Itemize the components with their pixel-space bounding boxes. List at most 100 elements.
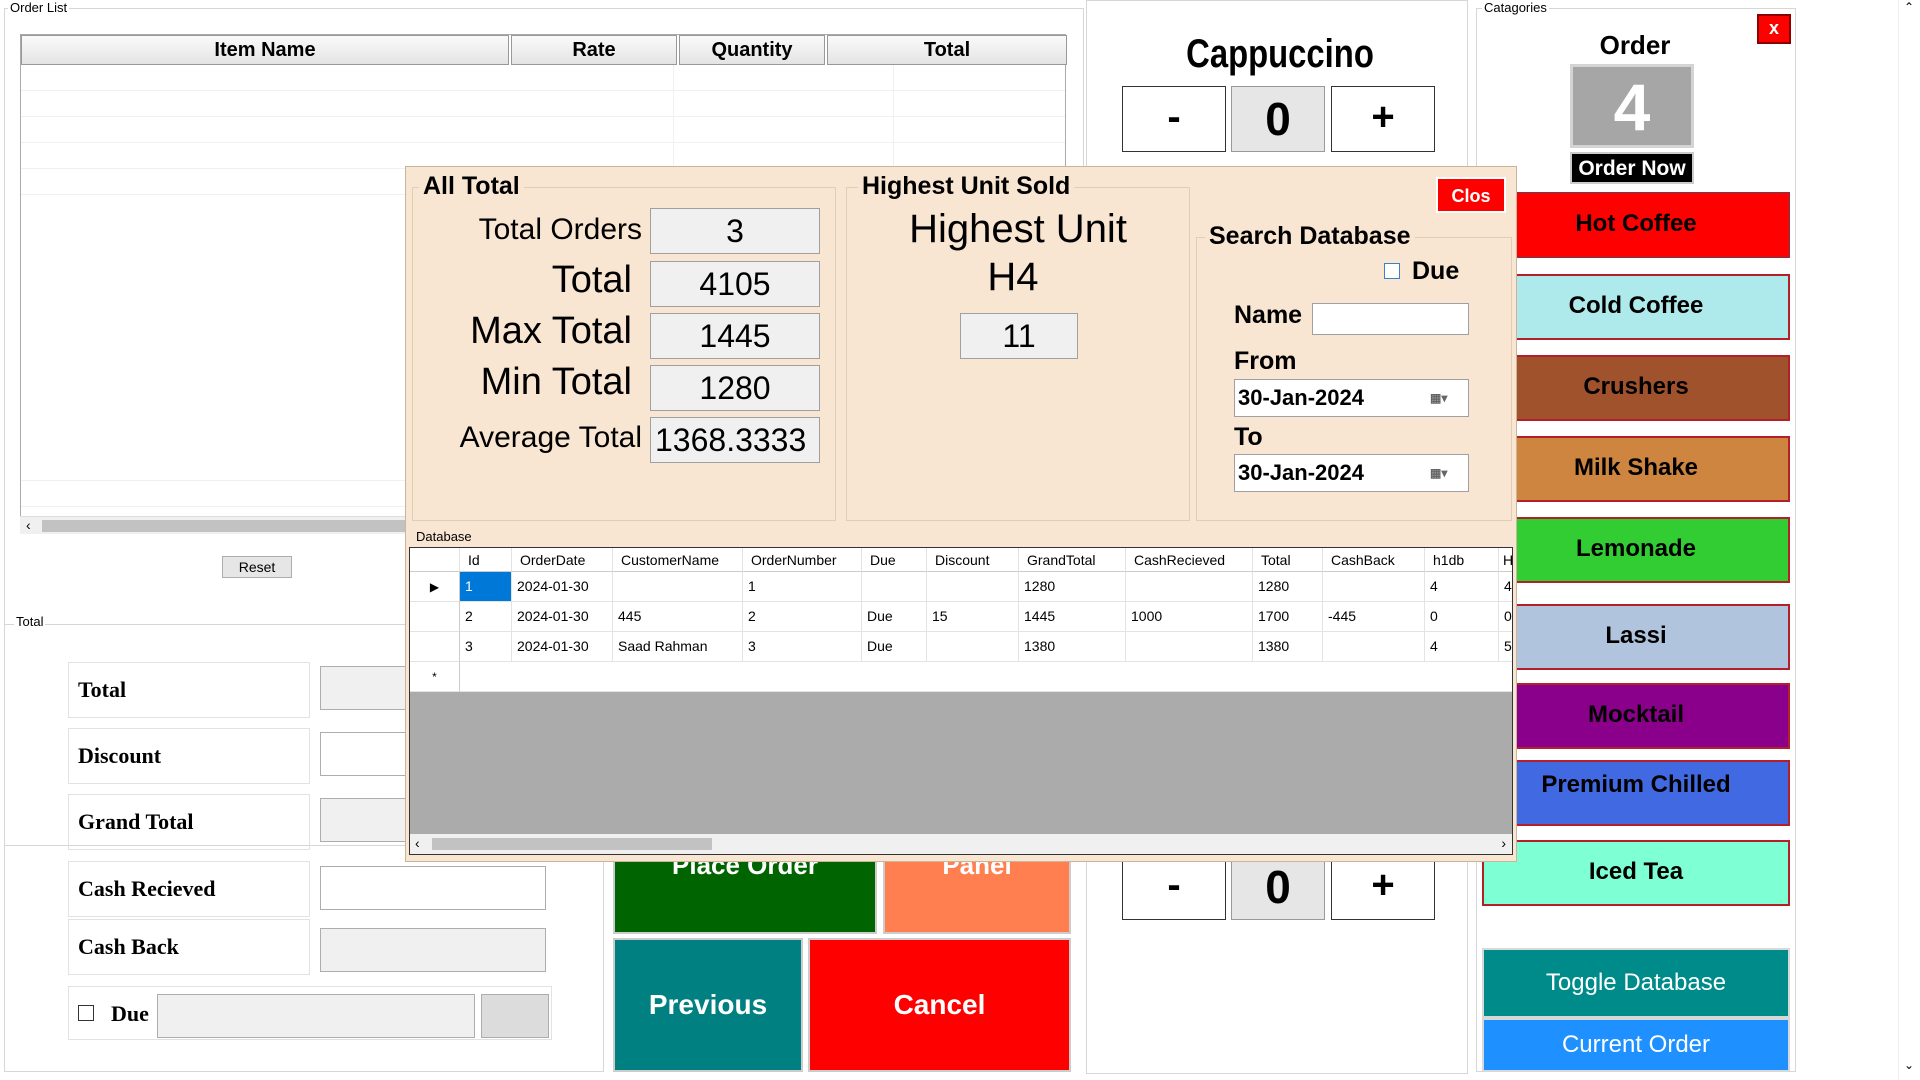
grid-cell[interactable]: [1323, 632, 1425, 662]
grid-cell[interactable]: 1280: [1253, 572, 1323, 602]
cancel-button[interactable]: Cancel: [808, 938, 1071, 1072]
grid-horizontal-scrollbar[interactable]: ‹ ›: [410, 834, 1512, 854]
due-checkbox[interactable]: [78, 1005, 94, 1021]
grid-col-cashback[interactable]: CashBack: [1323, 548, 1425, 572]
grid-cell[interactable]: 4: [1499, 572, 1512, 602]
window-vertical-scrollbar[interactable]: ⌃ ⌄: [1898, 0, 1920, 1080]
grid-cell[interactable]: 1: [460, 572, 512, 602]
scroll-up-icon[interactable]: ⌃: [1904, 0, 1914, 14]
decrease-quantity-button[interactable]: -: [1122, 86, 1226, 152]
order-list-scrollbar[interactable]: ‹: [20, 516, 412, 534]
grid-col-h[interactable]: H: [1499, 548, 1512, 572]
due-extra-button[interactable]: [481, 994, 549, 1038]
grid-cell[interactable]: 1280: [1019, 572, 1126, 602]
grid-cell[interactable]: 5: [1499, 632, 1512, 662]
grid-new-row-header[interactable]: *: [410, 662, 460, 692]
search-due-checkbox[interactable]: [1384, 263, 1400, 279]
category-mocktail[interactable]: Mocktail: [1482, 683, 1790, 749]
grid-cell[interactable]: 3: [460, 632, 512, 662]
scroll-thumb[interactable]: [432, 838, 712, 850]
place-order-button[interactable]: Place Order: [613, 858, 877, 934]
grid-new-row[interactable]: [460, 662, 1512, 692]
col-header-item-name[interactable]: Item Name: [21, 35, 509, 65]
grid-cell[interactable]: 2: [460, 602, 512, 632]
grid-cell[interactable]: 2024-01-30: [512, 602, 613, 632]
col-header-rate[interactable]: Rate: [511, 35, 677, 65]
grid-cell[interactable]: 445: [613, 602, 743, 632]
cash-back-field[interactable]: [320, 928, 546, 972]
to-date-picker[interactable]: 30-Jan-2024 ▦▾: [1234, 454, 1469, 492]
category-premium-chilled[interactable]: Premium Chilled: [1482, 760, 1790, 826]
grid-cell[interactable]: 2024-01-30: [512, 572, 613, 602]
category-hot-coffee[interactable]: Hot Coffee: [1482, 192, 1790, 258]
current-order-button[interactable]: Current Order: [1482, 1018, 1790, 1072]
increase-quantity-button[interactable]: +: [1331, 86, 1435, 152]
grid-cell[interactable]: 3: [743, 632, 862, 662]
scroll-left-icon[interactable]: ‹: [415, 835, 420, 851]
grid-cell[interactable]: [1323, 572, 1425, 602]
decrease-quantity-button-2[interactable]: -: [1122, 854, 1226, 920]
grid-cell[interactable]: Saad Rahman: [613, 632, 743, 662]
calendar-dropdown-icon[interactable]: ▦▾: [1430, 466, 1458, 480]
close-dialog-button[interactable]: Clos: [1436, 177, 1506, 213]
category-lemonade[interactable]: Lemonade: [1482, 517, 1790, 583]
grid-cell[interactable]: 1: [743, 572, 862, 602]
col-header-total[interactable]: Total: [827, 35, 1067, 65]
grid-cell[interactable]: 1380: [1019, 632, 1126, 662]
previous-order-button[interactable]: Previous Order: [613, 938, 803, 1072]
scroll-right-icon[interactable]: ›: [1501, 835, 1506, 851]
close-app-button[interactable]: x: [1757, 14, 1791, 44]
grid-cell[interactable]: 2024-01-30: [512, 632, 613, 662]
grid-col-total[interactable]: Total: [1253, 548, 1323, 572]
grid-cell[interactable]: 4: [1425, 572, 1499, 602]
name-input[interactable]: [1312, 303, 1469, 335]
grid-row-header[interactable]: [410, 632, 460, 662]
grid-cell[interactable]: 1000: [1126, 602, 1253, 632]
grid-cell[interactable]: [927, 572, 1019, 602]
grid-row-header[interactable]: [410, 602, 460, 632]
due-amount-field[interactable]: [157, 994, 475, 1038]
grid-col-grandtotal[interactable]: GrandTotal: [1019, 548, 1126, 572]
grid-col-id[interactable]: Id: [460, 548, 512, 572]
scroll-down-icon[interactable]: ⌄: [1904, 1058, 1914, 1072]
toggle-database-button[interactable]: Toggle Database: [1482, 948, 1790, 1018]
grid-cell[interactable]: 1700: [1253, 602, 1323, 632]
grid-col-ordernumber[interactable]: OrderNumber: [743, 548, 862, 572]
scroll-left-icon[interactable]: ‹: [26, 517, 31, 533]
grid-col-orderdate[interactable]: OrderDate: [512, 548, 613, 572]
grid-cell[interactable]: 1445: [1019, 602, 1126, 632]
reset-button[interactable]: Reset: [222, 556, 292, 578]
grid-cell[interactable]: -445: [1323, 602, 1425, 632]
grid-cell[interactable]: 15: [927, 602, 1019, 632]
from-date-picker[interactable]: 30-Jan-2024 ▦▾: [1234, 379, 1469, 417]
grid-col-h1db[interactable]: h1db: [1425, 548, 1499, 572]
grid-cell[interactable]: [862, 572, 927, 602]
scroll-thumb[interactable]: [42, 520, 412, 532]
increase-quantity-button-2[interactable]: +: [1331, 854, 1435, 920]
panel-button[interactable]: Panel: [883, 858, 1071, 934]
grid-cell[interactable]: 1380: [1253, 632, 1323, 662]
category-iced-tea[interactable]: Iced Tea: [1482, 840, 1790, 906]
col-header-quantity[interactable]: Quantity: [679, 35, 825, 65]
category-crushers[interactable]: Crushers: [1482, 355, 1790, 421]
cash-received-field[interactable]: [320, 866, 546, 910]
grid-cell[interactable]: 0: [1425, 602, 1499, 632]
calendar-dropdown-icon[interactable]: ▦▾: [1430, 391, 1458, 405]
category-milk-shake[interactable]: Milk Shake: [1482, 436, 1790, 502]
grid-row-header[interactable]: ▶: [410, 572, 460, 602]
grid-cell[interactable]: 4: [1425, 632, 1499, 662]
grid-cell[interactable]: 2: [743, 602, 862, 632]
grid-col-customername[interactable]: CustomerName: [613, 548, 743, 572]
grid-col-due[interactable]: Due: [862, 548, 927, 572]
grid-cell[interactable]: [613, 572, 743, 602]
category-lassi[interactable]: Lassi: [1482, 604, 1790, 670]
grid-col-cashrecieved[interactable]: CashRecieved: [1126, 548, 1253, 572]
grid-cell[interactable]: 0: [1499, 602, 1512, 632]
grid-cell[interactable]: [1126, 632, 1253, 662]
database-grid[interactable]: Id OrderDate CustomerName OrderNumber Du…: [409, 547, 1513, 855]
grid-cell[interactable]: Due: [862, 602, 927, 632]
grid-cell[interactable]: [927, 632, 1019, 662]
order-now-button[interactable]: Order Now: [1570, 152, 1694, 184]
grid-cell[interactable]: Due: [862, 632, 927, 662]
grid-col-discount[interactable]: Discount: [927, 548, 1019, 572]
